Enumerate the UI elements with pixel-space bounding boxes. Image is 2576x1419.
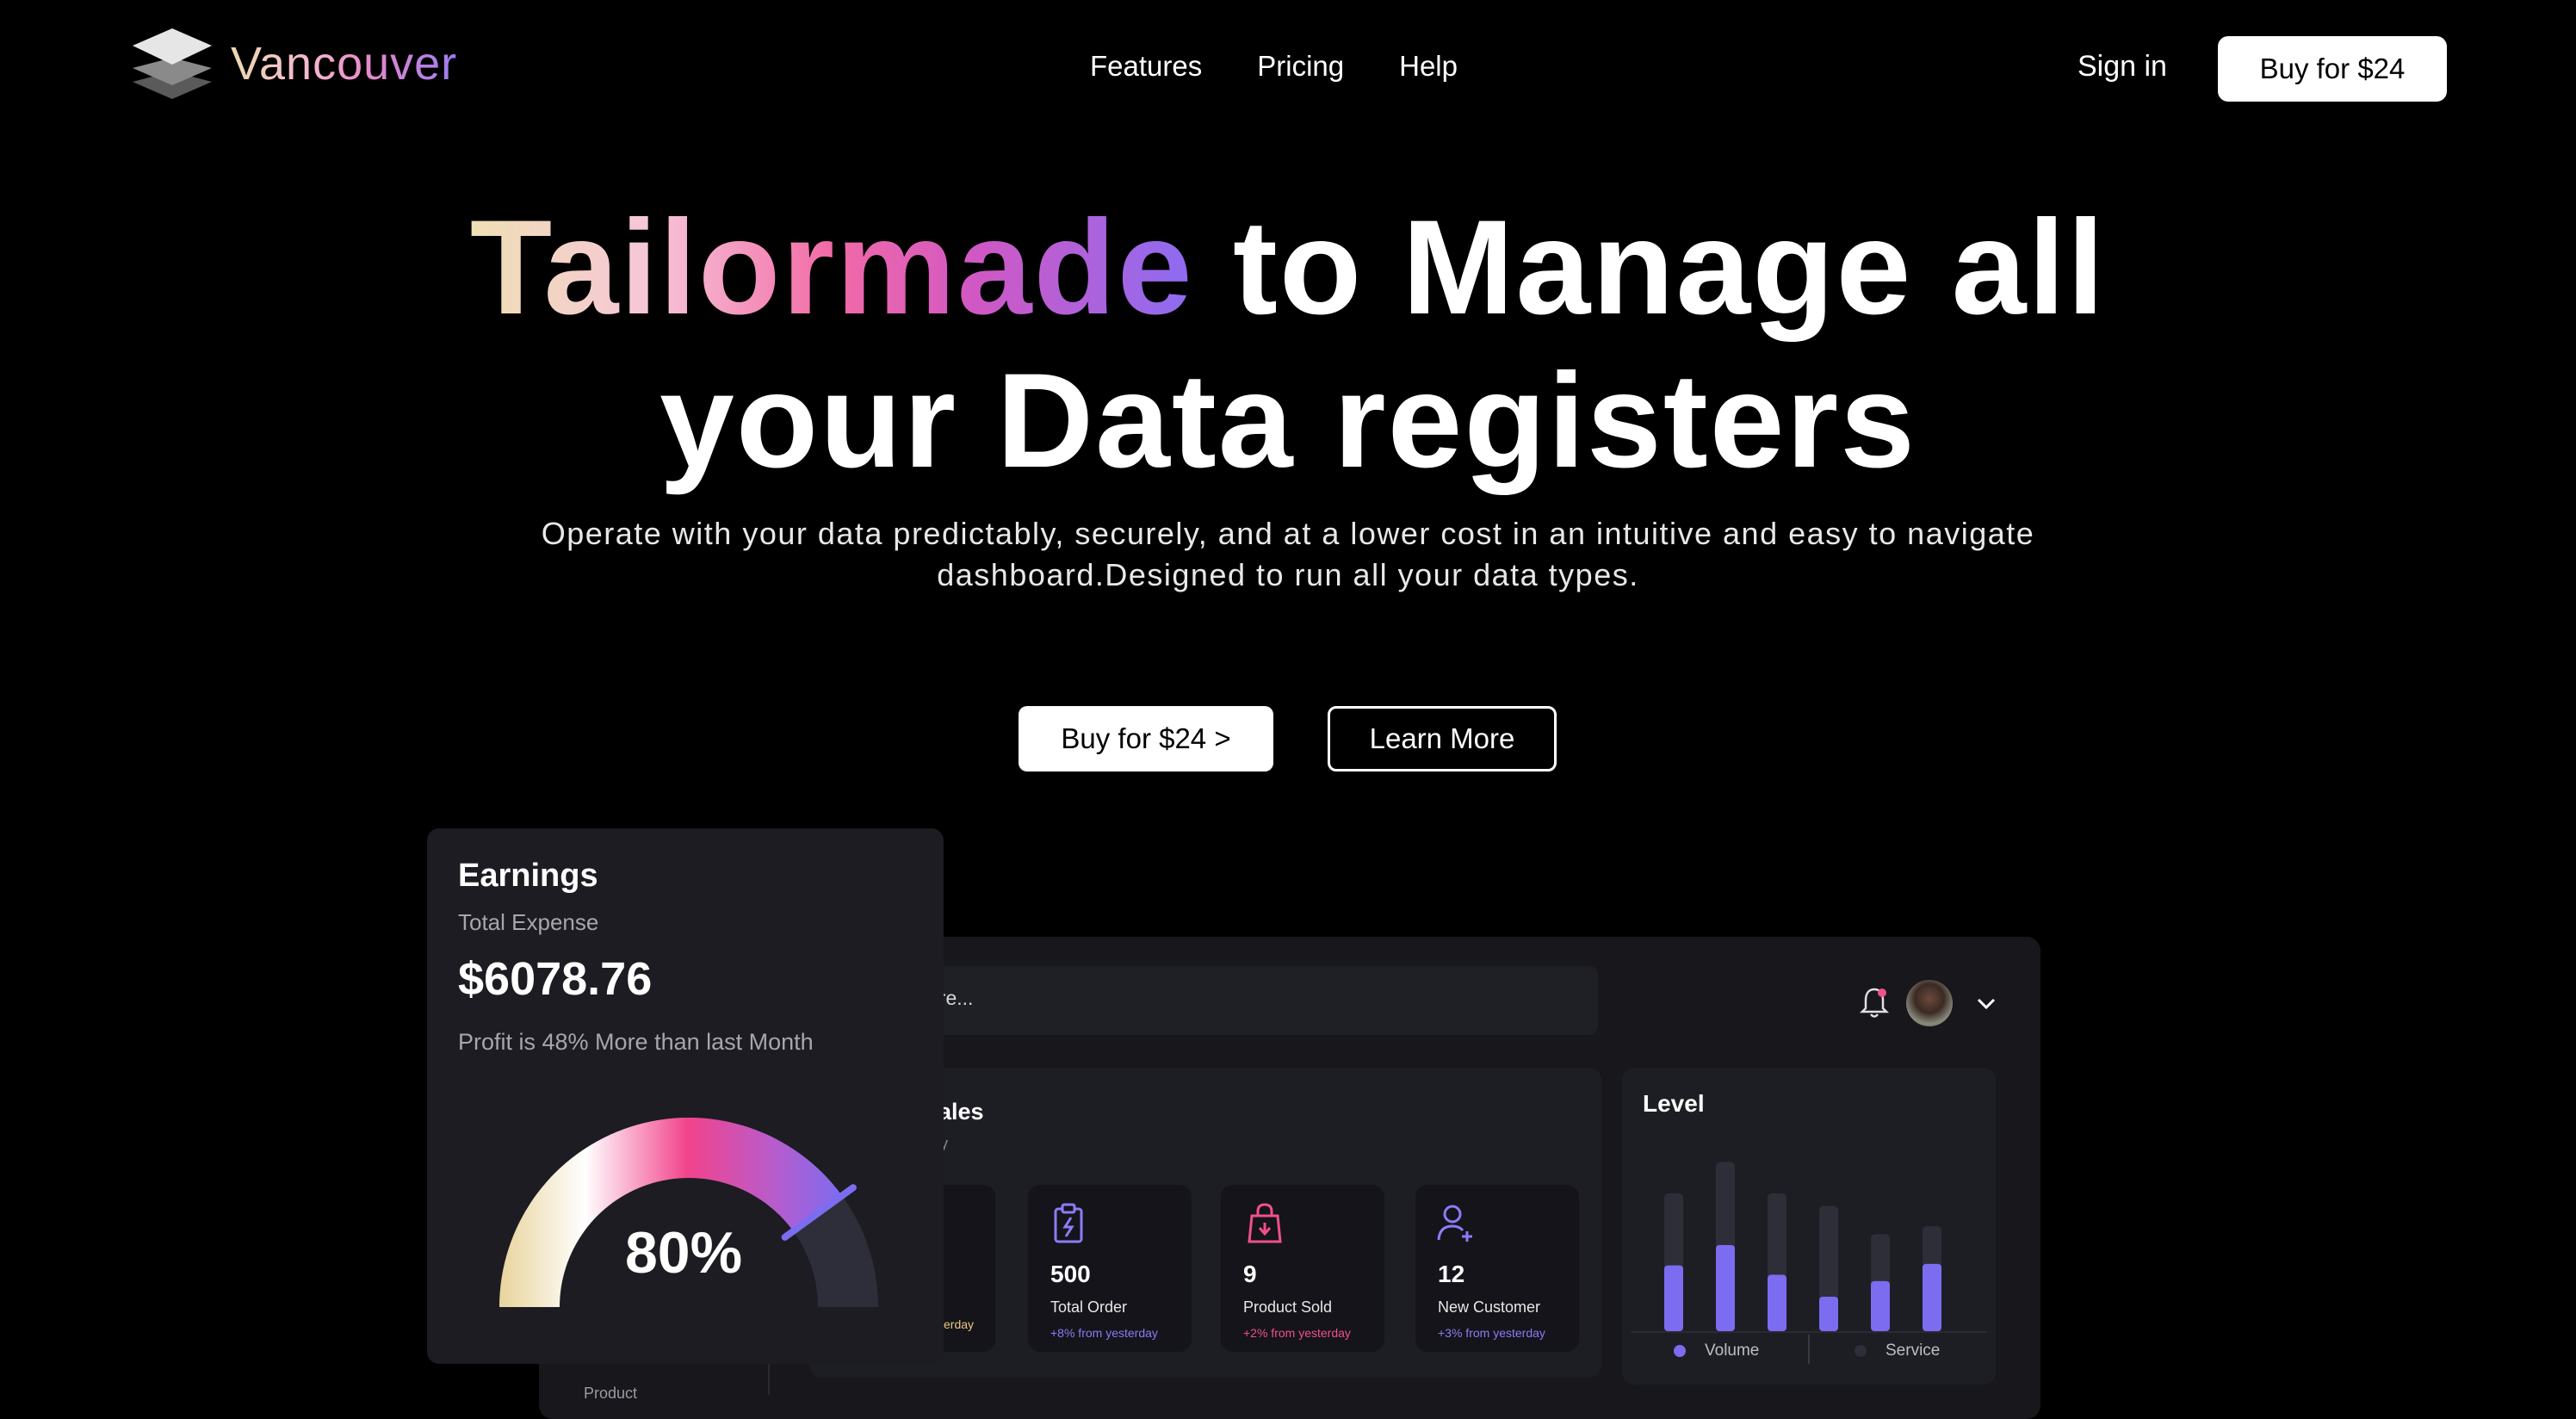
legend-volume: Volume xyxy=(1705,1342,1760,1360)
chevron-down-icon[interactable] xyxy=(1975,992,1997,1014)
bar-volume xyxy=(1768,1274,1786,1331)
bar-volume xyxy=(1716,1245,1735,1331)
brand-name: Vancouver xyxy=(231,38,458,90)
hero-title-highlight: Tailormade xyxy=(469,193,1194,343)
buy-button-hero[interactable]: Buy for $24 > xyxy=(1019,706,1273,771)
stat-value: 12 xyxy=(1438,1261,1465,1287)
bar-volume xyxy=(1664,1265,1683,1331)
earnings-title: Earnings xyxy=(458,858,598,894)
stacked-layers-icon xyxy=(133,28,212,99)
legend-divider xyxy=(1808,1335,1810,1364)
legend-service: Service xyxy=(1886,1342,1941,1360)
sign-in-link[interactable]: Sign in xyxy=(2078,50,2167,84)
bar-volume xyxy=(1923,1263,1941,1331)
sales-title: ales xyxy=(938,1099,984,1125)
earnings-subtitle: Total Expense xyxy=(458,909,599,935)
stat-label: Product Sold xyxy=(1243,1298,1333,1316)
level-title: Level xyxy=(1643,1090,1705,1117)
stat-change-partial: erday xyxy=(944,1317,975,1331)
buy-button-header[interactable]: Buy for $24 xyxy=(2218,36,2447,102)
stat-label: Total Order xyxy=(1050,1298,1128,1316)
bar-volume xyxy=(1819,1297,1838,1331)
nav-help[interactable]: Help xyxy=(1399,50,1458,83)
earnings-value: $6078.76 xyxy=(458,953,653,1005)
nav-pricing[interactable]: Pricing xyxy=(1257,50,1344,83)
stat-change: +3% from yesterday xyxy=(1438,1326,1545,1340)
hero-title-line2: your Data registers xyxy=(659,346,1917,496)
earnings-gauge xyxy=(499,1118,878,1307)
legend-dot-volume xyxy=(1674,1345,1686,1357)
hero-subtitle-line1: Operate with your data predictably, secu… xyxy=(541,516,2035,551)
stat-label: New Customer xyxy=(1438,1298,1541,1316)
nav-features[interactable]: Features xyxy=(1090,50,1202,83)
user-avatar[interactable] xyxy=(1906,980,1953,1026)
hero-subtitle-line2: dashboard.Designed to run all your data … xyxy=(937,557,1639,592)
sidebar-item-product[interactable]: Product xyxy=(584,1385,637,1403)
clipboard-bolt-icon xyxy=(1054,1203,1083,1243)
hero-subtitle: Operate with your data predictably, secu… xyxy=(482,513,2094,596)
hero-title-line1: to Manage all xyxy=(1232,193,2107,343)
brand-logo[interactable]: Vancouver xyxy=(131,26,457,102)
main-nav: Features Pricing Help xyxy=(1090,50,1458,83)
legend-dot-service xyxy=(1855,1345,1867,1357)
notification-bell-icon[interactable] xyxy=(1858,985,1891,1019)
add-user-icon xyxy=(1437,1205,1472,1242)
learn-more-button[interactable]: Learn More xyxy=(1328,706,1557,771)
stat-change: +2% from yesterday xyxy=(1243,1326,1351,1340)
shopping-bag-icon xyxy=(1248,1203,1282,1243)
stat-change: +8% from yesterday xyxy=(1050,1326,1158,1340)
stat-value: 500 xyxy=(1050,1261,1091,1287)
hero-title: Tailormade to Manage all your Data regis… xyxy=(0,191,2576,498)
stat-value: 9 xyxy=(1243,1261,1257,1287)
gauge-percent: 80% xyxy=(624,1220,743,1286)
bar-volume xyxy=(1871,1280,1890,1331)
earnings-note: Profit is 48% More than last Month xyxy=(458,1029,814,1055)
